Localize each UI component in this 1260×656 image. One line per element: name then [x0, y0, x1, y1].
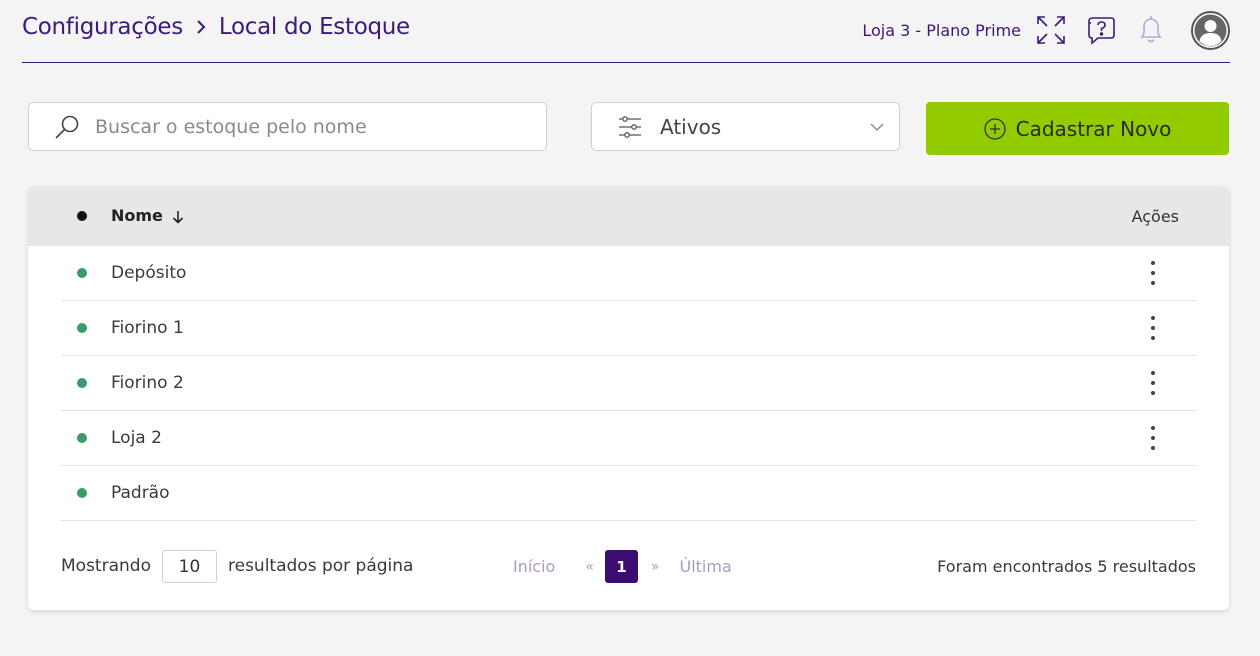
stock-locations-table: Nome Ações Depósito Fiorino 1 Fiorino 2 …: [28, 186, 1229, 610]
table-row[interactable]: Padrão: [61, 466, 1196, 521]
pagination-prev[interactable]: «: [585, 559, 594, 575]
chevron-right-icon: [195, 18, 207, 36]
breadcrumb: Configurações Local do Estoque: [22, 14, 410, 40]
help-icon[interactable]: [1085, 14, 1117, 46]
pagination-current-page[interactable]: 1: [604, 550, 638, 583]
store-plan-label[interactable]: Loja 3 - Plano Prime: [862, 21, 1021, 40]
table-row[interactable]: Depósito: [61, 246, 1196, 301]
pagination-first[interactable]: Início: [513, 557, 555, 576]
filter-sliders-icon: [618, 115, 642, 139]
chevron-down-icon: [869, 119, 885, 135]
results-count: Foram encontrados 5 resultados: [937, 557, 1196, 576]
status-column-dot: [77, 211, 87, 221]
page-header: Configurações Local do Estoque Loja 3 - …: [22, 0, 1230, 63]
status-dot: [77, 433, 87, 443]
search-input[interactable]: [95, 115, 515, 138]
table-header: Nome Ações: [28, 186, 1229, 246]
avatar[interactable]: [1191, 11, 1230, 50]
plus-circle-icon: [983, 117, 1006, 140]
sort-down-icon: [171, 209, 185, 224]
status-filter-select[interactable]: Ativos: [591, 102, 900, 151]
row-actions-menu-icon[interactable]: [1143, 371, 1163, 395]
add-new-button[interactable]: Cadastrar Novo: [926, 102, 1229, 155]
table-row[interactable]: Fiorino 1: [61, 301, 1196, 356]
pagination-next[interactable]: »: [651, 559, 660, 575]
table-row[interactable]: Loja 2: [61, 411, 1196, 466]
row-name: Fiorino 1: [111, 318, 184, 338]
name-column-label: Nome: [111, 206, 163, 225]
pagination: Início « 1 » Última: [513, 550, 732, 583]
per-page-label: resultados por página: [228, 556, 414, 576]
status-dot: [77, 323, 87, 333]
bell-icon[interactable]: [1135, 14, 1167, 46]
status-dot: [77, 268, 87, 278]
showing-label: Mostrando: [61, 556, 151, 576]
search-icon: [53, 113, 81, 141]
breadcrumb-item-local-estoque: Local do Estoque: [218, 14, 410, 40]
status-dot: [77, 378, 87, 388]
filter-selected-value: Ativos: [660, 114, 722, 139]
search-box[interactable]: [28, 102, 547, 151]
row-name: Depósito: [111, 263, 187, 283]
table-row[interactable]: Fiorino 2: [61, 356, 1196, 411]
row-name: Loja 2: [111, 428, 162, 448]
row-actions-menu-icon[interactable]: [1143, 316, 1163, 340]
row-actions-menu-icon[interactable]: [1143, 426, 1163, 450]
pagination-last[interactable]: Última: [680, 557, 732, 576]
row-actions-menu-icon[interactable]: [1143, 261, 1163, 285]
status-dot: [77, 488, 87, 498]
add-new-button-label: Cadastrar Novo: [1015, 116, 1172, 141]
per-page-input[interactable]: [162, 550, 217, 583]
name-column-header[interactable]: Nome: [111, 206, 185, 225]
fullscreen-icon[interactable]: [1035, 14, 1067, 46]
row-name: Padrão: [111, 483, 170, 503]
table-footer: Mostrando resultados por página Início «…: [61, 550, 1196, 583]
actions-column-header: Ações: [1131, 207, 1179, 226]
row-name: Fiorino 2: [111, 373, 184, 393]
breadcrumb-item-configuracoes[interactable]: Configurações: [22, 14, 183, 40]
